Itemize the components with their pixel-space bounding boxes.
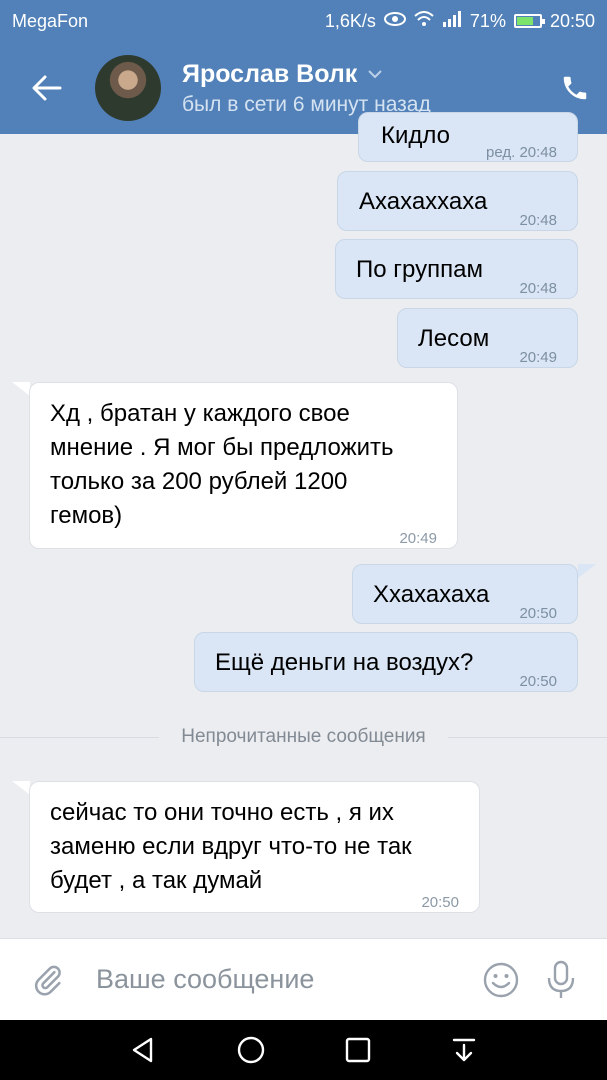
message-text: Кидло — [381, 122, 451, 149]
battery-fill — [516, 17, 533, 25]
voice-button[interactable] — [531, 960, 591, 1000]
clock: 20:50 — [549, 10, 595, 31]
phone-icon — [563, 76, 587, 100]
status-bar: MegaFon 1,6K/s 71% 20:50 — [0, 0, 607, 42]
message-outgoing[interactable]: Кидло ред. 20:48 — [358, 112, 578, 162]
message-line: только за 200 рублей 1200 — [50, 468, 348, 495]
message-time: 20:50 — [519, 605, 557, 622]
message-text: Ххахахаха — [373, 581, 490, 608]
wifi-icon — [414, 10, 434, 32]
divider-line — [447, 736, 607, 738]
message-incoming[interactable]: сейчас то они точно есть , я их заменю е… — [29, 781, 480, 913]
bubble-tail — [12, 382, 30, 396]
message-time: 20:48 — [519, 280, 557, 297]
carrier-name: MegaFon — [12, 10, 89, 31]
message-time: 20:49 — [519, 349, 557, 366]
message-time: 20:50 — [519, 673, 557, 690]
message-time: ред. 20:48 — [486, 144, 557, 161]
battery-percent: 71% — [469, 10, 506, 31]
microphone-icon — [547, 960, 575, 998]
message-text: Лесом — [418, 325, 490, 352]
message-line: гемов) — [50, 502, 123, 529]
message-line: Хд , братан у каждого свое — [50, 400, 350, 427]
message-time: 20:48 — [519, 212, 557, 229]
avatar[interactable] — [95, 55, 161, 121]
signal-icon — [442, 10, 462, 32]
bubble-tail — [12, 781, 30, 795]
nav-notifications-icon[interactable] — [450, 1036, 478, 1064]
bubble-tail — [578, 564, 596, 578]
unread-divider: Непрочитанные сообщения — [0, 722, 607, 752]
message-line: будет , а так думай — [50, 867, 263, 894]
message-line: сейчас то они точно есть , я их — [50, 799, 394, 826]
message-composer: Ваше сообщение — [0, 938, 607, 1020]
contact-info[interactable]: Ярослав Волк был в сети 6 минут назад — [182, 59, 543, 117]
contact-name: Ярослав Волк — [182, 60, 358, 88]
nav-home-icon[interactable] — [236, 1035, 266, 1065]
message-outgoing[interactable]: Ещё деньги на воздух? 20:50 — [194, 632, 578, 692]
back-arrow-icon — [32, 75, 62, 101]
message-line: мнение . Я мог бы предложить — [50, 434, 394, 461]
message-input[interactable]: Ваше сообщение — [96, 964, 471, 995]
unread-divider-label: Непрочитанные сообщения — [181, 726, 426, 747]
network-speed: 1,6K/s — [324, 10, 376, 31]
message-text: По группам — [356, 256, 483, 283]
eye-icon — [383, 11, 406, 31]
message-text: Ещё деньги на воздух? — [215, 649, 474, 676]
status-indicators: 1,6K/s 71% 20:50 — [324, 10, 595, 32]
message-outgoing[interactable]: Ххахахаха 20:50 — [352, 564, 578, 624]
message-line: заменю если вдруг что-то не так — [50, 833, 412, 860]
nav-recents-icon[interactable] — [345, 1037, 371, 1063]
message-text: Ахахаххаха — [359, 188, 488, 215]
message-time: 20:50 — [421, 894, 459, 911]
nav-back-icon[interactable] — [129, 1036, 157, 1064]
back-button[interactable] — [0, 42, 94, 134]
message-outgoing[interactable]: Лесом 20:49 — [397, 308, 578, 368]
emoji-icon — [483, 962, 519, 997]
message-text: Хд , братан у каждого свое мнение . Я мо… — [50, 397, 394, 533]
message-outgoing[interactable]: Ахахаххаха 20:48 — [337, 171, 578, 231]
chevron-down-icon — [368, 70, 382, 79]
attach-button[interactable] — [0, 961, 96, 999]
message-incoming[interactable]: Хд , братан у каждого свое мнение . Я мо… — [29, 382, 458, 549]
divider-line — [0, 736, 160, 738]
message-time: 20:49 — [399, 530, 437, 547]
message-text: сейчас то они точно есть , я их заменю е… — [50, 796, 412, 898]
paperclip-icon — [34, 965, 61, 996]
emoji-button[interactable] — [471, 961, 531, 999]
message-outgoing[interactable]: По группам 20:48 — [335, 239, 578, 299]
system-nav-bar — [0, 1020, 607, 1080]
battery-icon — [513, 14, 545, 28]
